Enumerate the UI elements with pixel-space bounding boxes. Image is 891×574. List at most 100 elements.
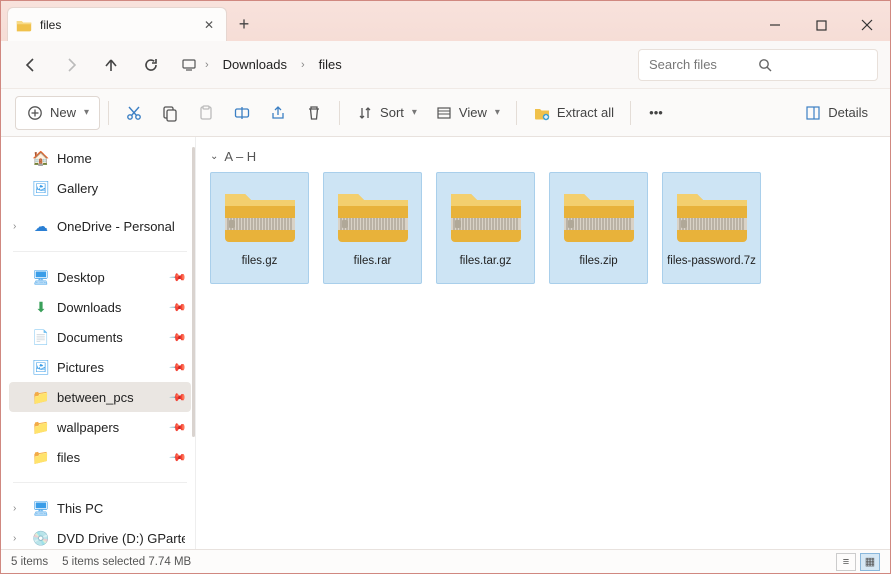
pin-icon: 📌	[169, 328, 188, 347]
disc-icon: 💿	[33, 530, 49, 546]
gallery-icon: 🖼	[33, 180, 49, 196]
details-pane-button[interactable]: Details	[796, 96, 876, 130]
sidebar-item-downloads[interactable]: ⬇Downloads📌	[9, 292, 191, 322]
folder-icon: 📁	[33, 419, 49, 435]
breadcrumb-sep: ›	[201, 59, 213, 71]
close-button[interactable]	[844, 9, 890, 41]
file-name: files.zip	[579, 255, 617, 267]
new-button[interactable]: New ▾	[15, 96, 100, 130]
status-count: 5 items	[11, 556, 48, 568]
copy-icon	[161, 104, 179, 122]
navigation-pane: 🏠Home 🖼Gallery ›☁OneDrive - Personal 🖥De…	[1, 137, 196, 549]
minimize-button[interactable]	[752, 9, 798, 41]
search-placeholder: Search files	[649, 57, 758, 72]
group-header[interactable]: ⌄ A – H	[210, 147, 876, 172]
sidebar-gallery[interactable]: 🖼Gallery	[9, 173, 191, 203]
expand-icon[interactable]: ›	[13, 503, 16, 514]
file-name: files.rar	[354, 255, 392, 267]
file-item[interactable]: files.gz	[210, 172, 309, 284]
search-icon	[758, 58, 867, 72]
pin-icon: 📌	[169, 358, 188, 377]
chevron-down-icon: ▾	[412, 107, 417, 118]
status-selection: 5 items selected 7.74 MB	[62, 556, 191, 568]
copy-button[interactable]	[153, 96, 187, 130]
sidebar-item-pictures[interactable]: 🖼Pictures📌	[9, 352, 191, 382]
expand-icon[interactable]: ›	[13, 533, 16, 544]
compressed-folder-icon	[219, 181, 301, 247]
folder-icon: 📁	[33, 389, 49, 405]
back-button[interactable]	[13, 47, 49, 83]
file-name: files-password.7z	[667, 255, 756, 267]
pin-icon: 📌	[169, 268, 188, 287]
cut-button[interactable]	[117, 96, 151, 130]
sidebar-this-pc[interactable]: ›🖥This PC	[9, 493, 191, 523]
delete-button[interactable]	[297, 96, 331, 130]
new-tab-button[interactable]: +	[227, 7, 261, 41]
chevron-down-icon: ⌄	[210, 151, 218, 162]
sidebar-item-documents[interactable]: 📄Documents📌	[9, 322, 191, 352]
pin-icon: 📌	[169, 448, 188, 467]
paste-icon	[197, 104, 215, 122]
monitor-icon[interactable]	[181, 57, 197, 73]
extract-all-button[interactable]: Extract all	[525, 96, 622, 130]
desktop-icon: 🖥	[33, 269, 49, 285]
icons-view-toggle[interactable]: ▦	[860, 553, 880, 571]
home-icon: 🏠	[33, 150, 49, 166]
view-icon	[435, 104, 453, 122]
sort-button[interactable]: Sort ▾	[348, 96, 425, 130]
scissors-icon	[125, 104, 143, 122]
folder-icon: 📁	[33, 449, 49, 465]
file-item[interactable]: files.tar.gz	[436, 172, 535, 284]
view-button[interactable]: View ▾	[427, 96, 508, 130]
up-button[interactable]	[93, 47, 129, 83]
pic-icon: 🖼	[33, 359, 49, 375]
breadcrumb-downloads[interactable]: Downloads	[217, 53, 293, 76]
tab-title: files	[40, 18, 194, 32]
forward-button[interactable]	[53, 47, 89, 83]
sidebar-home[interactable]: 🏠Home	[9, 143, 191, 173]
chevron-down-icon: ▾	[84, 107, 89, 118]
plus-circle-icon	[26, 104, 44, 122]
sidebar-item-desktop[interactable]: 🖥Desktop📌	[9, 262, 191, 292]
compressed-folder-icon	[558, 181, 640, 247]
window-controls	[752, 9, 890, 41]
rename-button[interactable]	[225, 96, 259, 130]
file-item[interactable]: files-password.7z	[662, 172, 761, 284]
pin-icon: 📌	[169, 388, 188, 407]
sidebar-item-files[interactable]: 📁files📌	[9, 442, 191, 472]
status-bar: 5 items 5 items selected 7.74 MB ≡ ▦	[1, 549, 890, 573]
window-tab[interactable]: files ✕	[7, 7, 227, 41]
more-icon: •••	[647, 104, 665, 122]
address-bar: › Downloads › files Search files	[1, 41, 890, 89]
share-button[interactable]	[261, 96, 295, 130]
trash-icon	[305, 104, 323, 122]
folder-icon	[16, 18, 32, 32]
paste-button[interactable]	[189, 96, 223, 130]
breadcrumb-sep: ›	[297, 59, 309, 71]
search-input[interactable]: Search files	[638, 49, 878, 81]
details-view-toggle[interactable]: ≡	[836, 553, 856, 571]
sidebar-item-between_pcs[interactable]: 📁between_pcs📌	[9, 382, 191, 412]
file-name: files.tar.gz	[460, 255, 512, 267]
doc-icon: 📄	[33, 329, 49, 345]
file-item[interactable]: files.zip	[549, 172, 648, 284]
expand-icon[interactable]: ›	[13, 221, 16, 232]
file-list[interactable]: ⌄ A – H files.gz files.rar files.tar.gz …	[196, 137, 890, 549]
file-item[interactable]: files.rar	[323, 172, 422, 284]
sidebar-onedrive[interactable]: ›☁OneDrive - Personal	[9, 211, 191, 241]
tab-close-button[interactable]: ✕	[202, 18, 216, 32]
maximize-button[interactable]	[798, 9, 844, 41]
chevron-down-icon: ▾	[495, 107, 500, 118]
sidebar-item-wallpapers[interactable]: 📁wallpapers📌	[9, 412, 191, 442]
down-icon: ⬇	[33, 299, 49, 315]
extract-icon	[533, 104, 551, 122]
refresh-button[interactable]	[133, 47, 169, 83]
breadcrumb-files[interactable]: files	[313, 53, 348, 76]
pin-icon: 📌	[169, 418, 188, 437]
sidebar-dvd[interactable]: ›💿DVD Drive (D:) GParted-liv	[9, 523, 191, 549]
more-button[interactable]: •••	[639, 96, 673, 130]
compressed-folder-icon	[332, 181, 414, 247]
details-icon	[804, 104, 822, 122]
share-icon	[269, 104, 287, 122]
sort-icon	[356, 104, 374, 122]
